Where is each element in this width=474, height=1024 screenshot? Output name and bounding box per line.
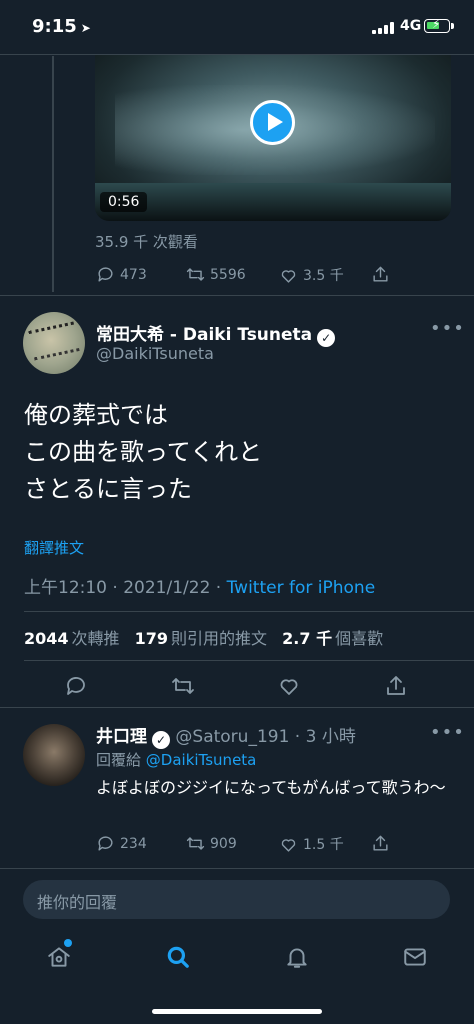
tab-messages[interactable]: [402, 944, 428, 974]
reply-reply-count: 234: [120, 835, 147, 852]
heart-icon: [281, 269, 296, 283]
view-count: 35.9 千 次觀看: [95, 233, 198, 251]
main-like-button[interactable]: [277, 674, 301, 702]
tweet-stats: 2044 次轉推 179 則引用的推文 2.7 千個喜歡: [24, 625, 393, 649]
actions-divider: [0, 707, 474, 708]
tab-home[interactable]: [46, 944, 72, 974]
retweets-stat[interactable]: 2044 次轉推: [24, 629, 130, 648]
reply-avatar[interactable]: [23, 724, 85, 786]
location-arrow-icon: ➤: [80, 21, 91, 35]
translate-link[interactable]: 翻譯推文: [24, 537, 84, 558]
mail-icon: [404, 948, 426, 966]
main-retweet-button[interactable]: [171, 674, 195, 702]
heart-icon: [280, 679, 298, 695]
tweet-divider: [0, 295, 474, 296]
reply-like-count: 1.5 千: [303, 837, 344, 853]
avatar[interactable]: [23, 312, 85, 374]
main-share-button[interactable]: [384, 674, 408, 702]
video-duration: 0:56: [100, 192, 148, 212]
play-button[interactable]: [250, 100, 295, 145]
reply-display-name[interactable]: 井口理: [96, 727, 147, 747]
battery-cap: [451, 23, 454, 29]
tweet-date: 2021/1/22: [123, 578, 211, 598]
status-time: 9:15 ➤: [32, 16, 91, 37]
retweet-icon: [186, 837, 205, 850]
quotes-stat[interactable]: 179 則引用的推文: [135, 629, 277, 648]
reply-divider: [0, 868, 474, 869]
reply-input[interactable]: 推你的回覆: [23, 880, 450, 919]
verified-badge-icon: ✓: [152, 731, 170, 749]
notification-dot: [64, 939, 72, 947]
tab-notifications[interactable]: [284, 944, 310, 974]
tweet-text: 俺の葬式では この曲を歌ってくれと さとるに言った: [24, 401, 263, 503]
reply-icon: [98, 267, 113, 282]
share-icon: [387, 676, 405, 695]
retweet-count: 5596: [210, 266, 246, 283]
share-icon: [373, 835, 388, 851]
retweet-action[interactable]: 5596: [186, 265, 246, 284]
display-name[interactable]: 常田大希 - Daiki Tsuneta ✓: [96, 320, 336, 347]
reply-text: よぼよぼのジジイになってもがんばって歌うわ〜: [96, 778, 446, 797]
like-count: 3.5 千: [303, 268, 344, 284]
more-options-icon[interactable]: •••: [430, 318, 465, 339]
reply-icon: [98, 836, 113, 851]
reply-action[interactable]: 473: [96, 265, 147, 284]
battery-icon: ⚡: [424, 17, 450, 33]
tweet-time: 上午12:10: [24, 578, 107, 598]
reply-more-options-icon[interactable]: •••: [430, 722, 465, 743]
share-icon: [373, 266, 388, 282]
likes-stat[interactable]: 2.7 千個喜歡: [282, 629, 393, 648]
verified-badge-icon: ✓: [317, 329, 336, 347]
tab-search[interactable]: [165, 944, 191, 974]
reply-count: 473: [120, 266, 147, 283]
reply-reply-action[interactable]: 234: [96, 834, 147, 853]
meta-divider: [24, 611, 474, 612]
share-action[interactable]: [371, 265, 390, 284]
reply-icon: [67, 677, 85, 695]
reply-retweet-action[interactable]: 909: [186, 834, 237, 853]
reply-retweet-count: 909: [210, 835, 237, 852]
thread-line: [52, 56, 54, 292]
replying-to-link[interactable]: @DaikiTsuneta: [146, 751, 257, 769]
reply-like-action[interactable]: 1.5 千: [279, 834, 344, 854]
network-type: 4G: [400, 18, 422, 34]
tweet-source[interactable]: Twitter for iPhone: [227, 578, 376, 598]
tweet-meta: 上午12:10 · 2021/1/22 · Twitter for iPhone: [24, 578, 376, 598]
reply-share-action[interactable]: [371, 834, 390, 853]
home-icon: [48, 947, 70, 967]
signal-icon: [372, 22, 396, 34]
main-reply-button[interactable]: [64, 674, 88, 702]
retweet-icon: [172, 678, 194, 694]
reply-header: 井口理 ✓ @Satoru_191 · 3 小時: [96, 727, 356, 749]
reply-time: 3 小時: [305, 727, 356, 747]
heart-icon: [281, 838, 296, 852]
like-action[interactable]: 3.5 千: [279, 265, 344, 285]
reply-handle[interactable]: @Satoru_191: [175, 727, 289, 747]
replying-to: 回覆給 @DaikiTsuneta: [96, 751, 257, 769]
stats-divider: [24, 660, 474, 661]
home-indicator: [152, 1009, 322, 1014]
bell-icon: [287, 948, 307, 968]
search-icon: [167, 946, 189, 968]
user-handle[interactable]: @DaikiTsuneta: [96, 344, 214, 363]
retweet-icon: [186, 268, 205, 281]
